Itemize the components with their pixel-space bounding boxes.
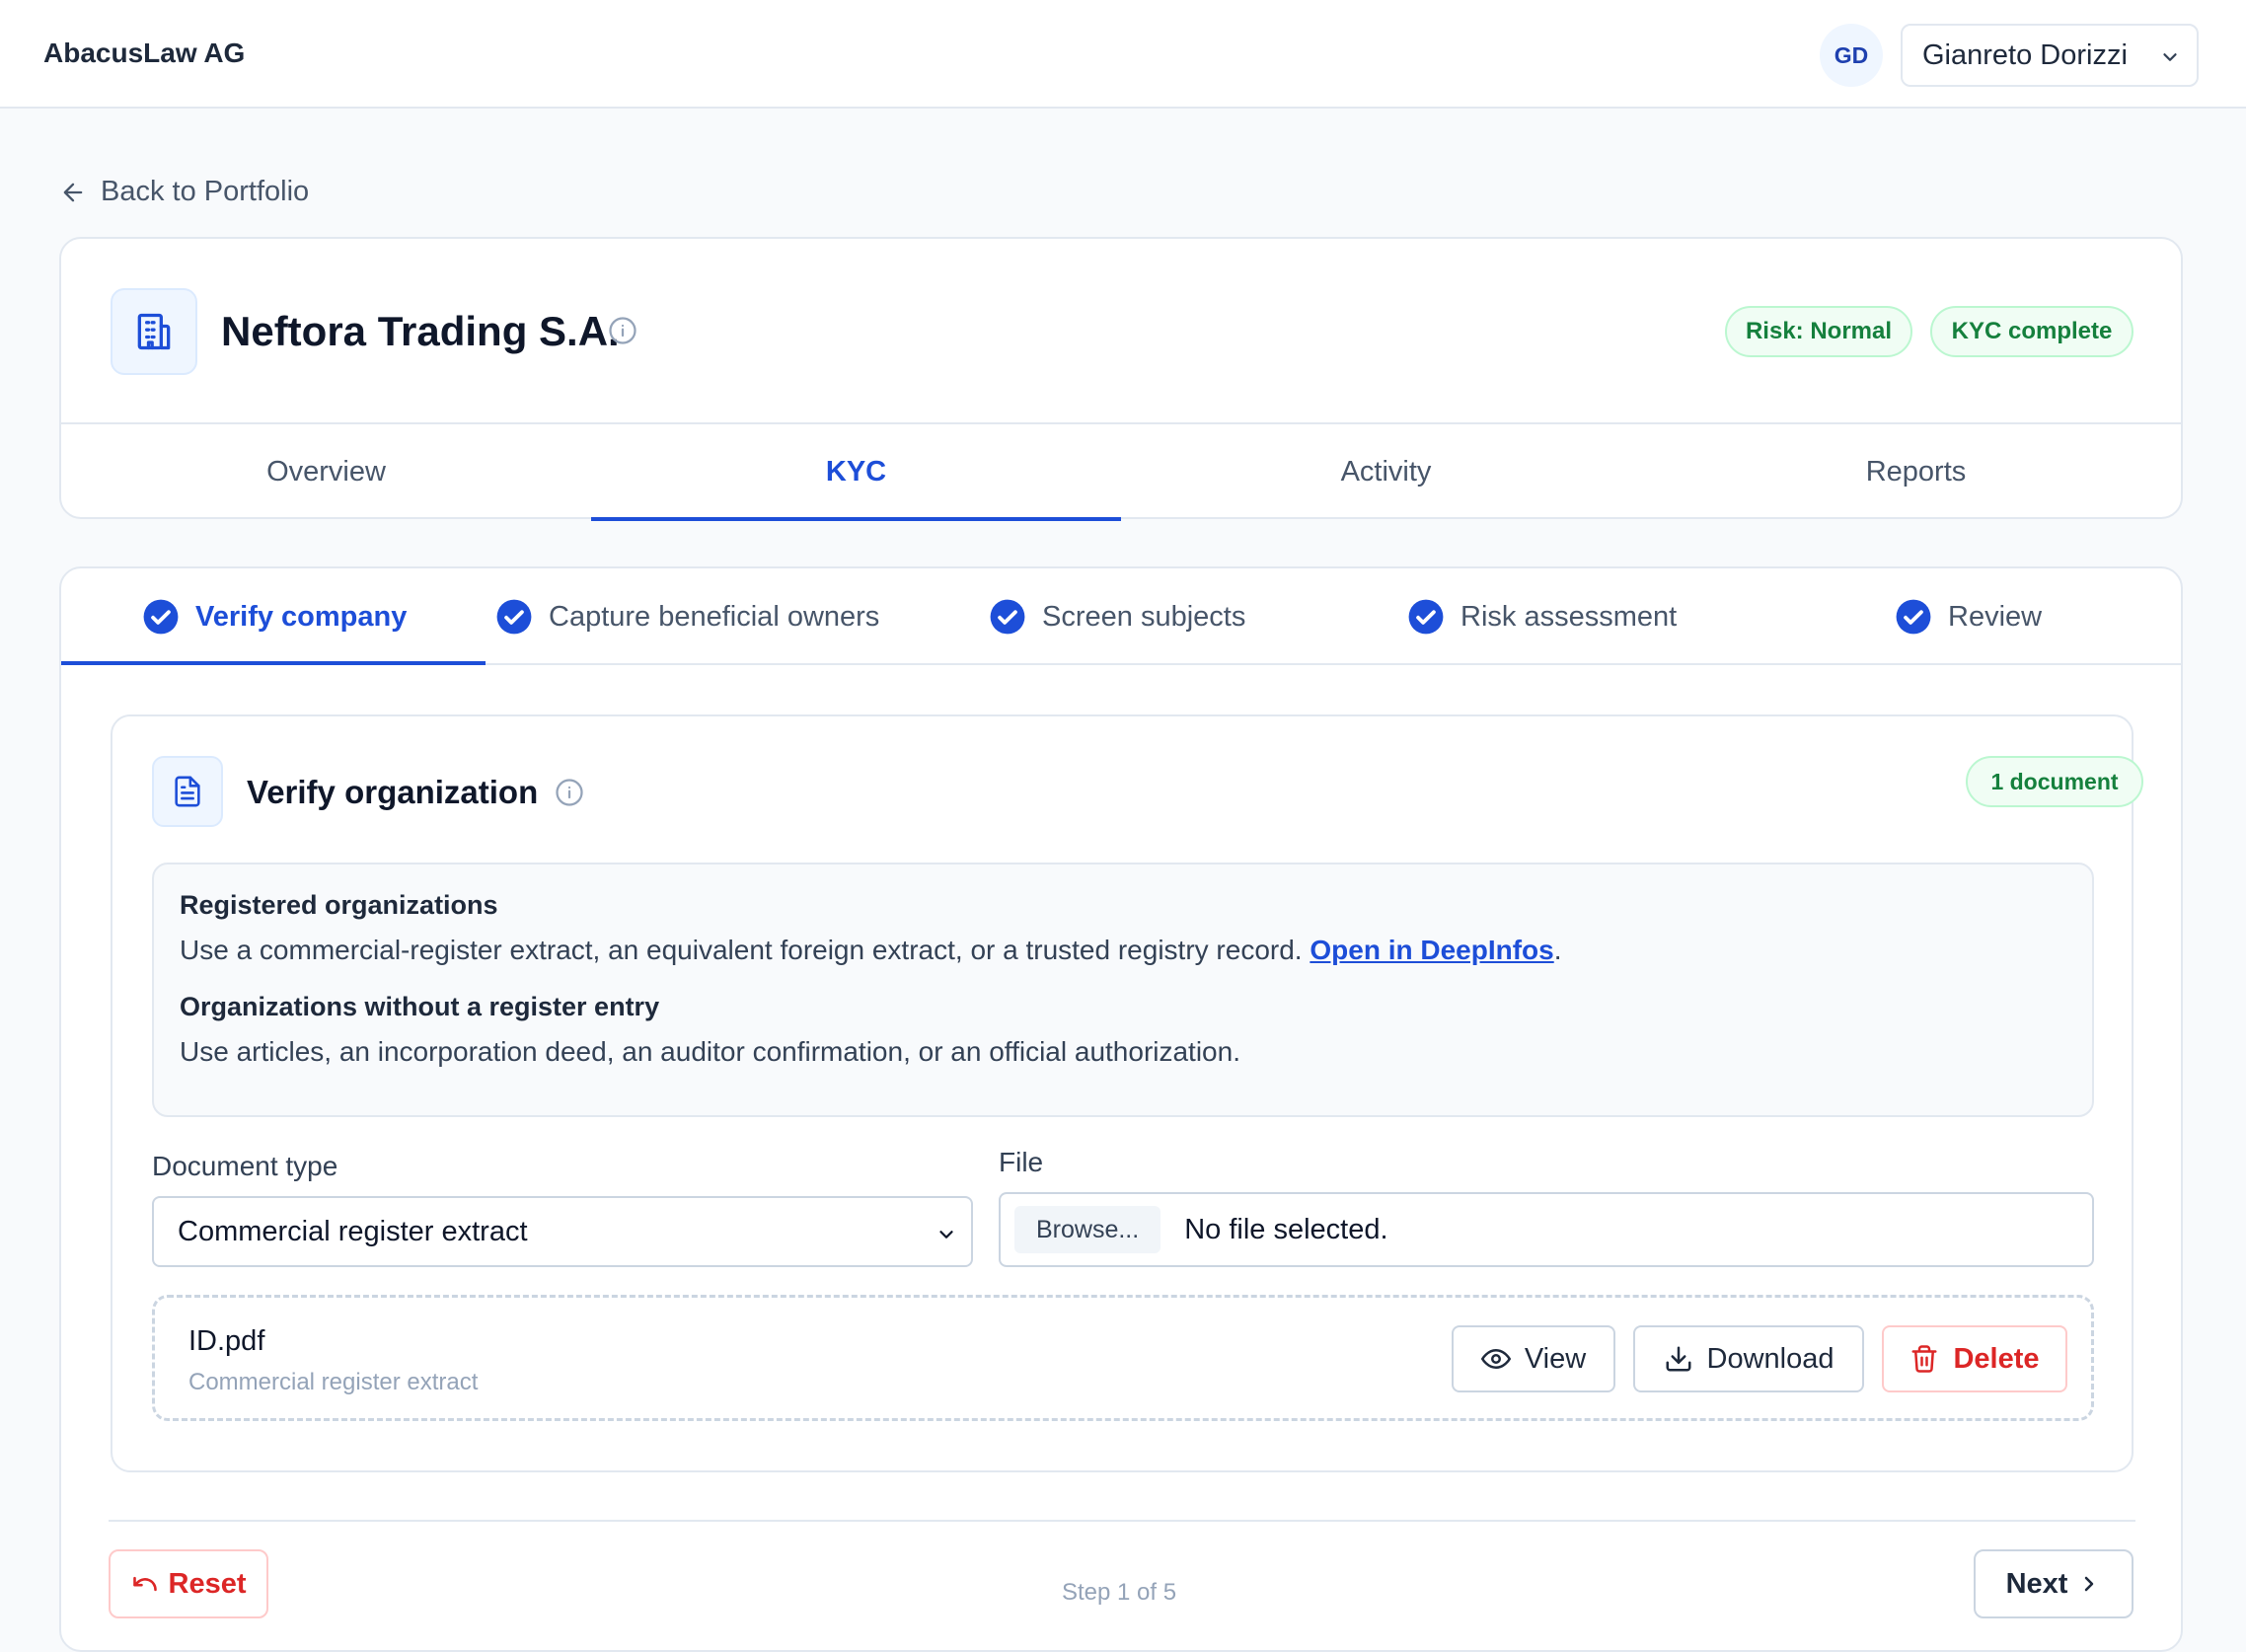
uploaded-document-row: ID.pdf Commercial register extract View … [152, 1295, 2094, 1421]
chevron-down-icon [2159, 46, 2181, 68]
guidance-text: Use a commercial-register extract, an eq… [180, 935, 1310, 965]
undo-icon [131, 1570, 159, 1598]
step-review[interactable]: Review [1895, 568, 2042, 665]
user-menu-select[interactable]: Gianreto Dorizzi [1901, 24, 2199, 87]
verify-organization-section: Verify organization 1 document Registere… [111, 714, 2143, 1472]
arrow-left-icon [59, 179, 87, 206]
kyc-status-badge: KYC complete [1930, 306, 2134, 357]
chevron-down-icon [936, 1224, 957, 1245]
building-icon [111, 288, 197, 375]
view-label: View [1524, 1342, 1587, 1375]
step-capture-beneficial-owners[interactable]: Capture beneficial owners [495, 568, 879, 665]
active-step-indicator [61, 661, 486, 665]
guidance-text-suffix: . [1553, 935, 1562, 965]
footer-divider [109, 1520, 2135, 1522]
tab-kyc[interactable]: KYC [591, 424, 1121, 521]
document-type-label: Document type [152, 1151, 338, 1181]
kyc-card: Verify company Capture beneficial owners… [59, 566, 2183, 1652]
uploaded-file-name: ID.pdf [188, 1325, 265, 1357]
next-label: Next [2005, 1567, 2068, 1600]
guidance-box: Registered organizations Use a commercia… [152, 863, 2094, 1117]
download-label: Download [1706, 1342, 1834, 1375]
delete-button[interactable]: Delete [1882, 1325, 2067, 1392]
check-circle-icon [495, 598, 533, 636]
tab-overview[interactable]: Overview [61, 424, 591, 519]
step-counter: Step 1 of 5 [1062, 1579, 1177, 1606]
reset-label: Reset [168, 1567, 247, 1600]
eye-icon [1480, 1344, 1511, 1374]
tab-reports[interactable]: Reports [1651, 424, 2181, 519]
organization-header-card: Neftora Trading S.A. Risk: Normal KYC co… [59, 237, 2183, 521]
document-icon [152, 756, 223, 827]
organization-name: Neftora Trading S.A. [221, 308, 620, 354]
delete-label: Delete [1953, 1342, 2040, 1375]
uploaded-file-type: Commercial register extract [188, 1369, 479, 1395]
user-name: Gianreto Dorizzi [1922, 38, 2128, 71]
file-input[interactable]: Browse... No file selected. [999, 1192, 2094, 1267]
risk-badge: Risk: Normal [1725, 306, 1912, 357]
reset-button[interactable]: Reset [109, 1549, 268, 1618]
open-in-deepinfos-link[interactable]: Open in DeepInfos [1310, 935, 1553, 965]
download-icon [1664, 1344, 1693, 1374]
main-tabs: Overview KYC Activity Reports [61, 422, 2181, 521]
step-risk-assessment[interactable]: Risk assessment [1407, 568, 1677, 665]
document-count-badge: 1 document [1966, 756, 2143, 807]
step-label: Screen subjects [1042, 600, 1246, 633]
file-status: No file selected. [1184, 1213, 1388, 1245]
check-circle-icon [989, 598, 1026, 636]
kyc-stepper: Verify company Capture beneficial owners… [61, 568, 2181, 665]
info-icon[interactable] [608, 316, 637, 345]
step-label: Capture beneficial owners [549, 600, 880, 633]
guidance-text-registered: Use a commercial-register extract, an eq… [180, 933, 2066, 968]
top-bar: AbacusLaw AG GD Gianreto Dorizzi [0, 0, 2246, 109]
step-label: Risk assessment [1460, 600, 1678, 633]
guidance-heading-registered: Registered organizations [180, 890, 498, 920]
file-label: File [999, 1147, 1044, 1177]
trash-icon [1909, 1344, 1939, 1374]
chevron-right-icon [2077, 1572, 2101, 1596]
view-button[interactable]: View [1452, 1325, 1615, 1392]
check-circle-icon [1407, 598, 1445, 636]
check-circle-icon [142, 598, 180, 636]
tab-activity[interactable]: Activity [1121, 424, 1651, 519]
info-icon[interactable] [555, 778, 584, 807]
back-link-label: Back to Portfolio [101, 176, 310, 207]
browse-button[interactable]: Browse... [1014, 1206, 1161, 1253]
back-to-portfolio-link[interactable]: Back to Portfolio [59, 176, 309, 208]
guidance-text-unregistered: Use articles, an incorporation deed, an … [180, 1036, 1240, 1068]
document-type-value: Commercial register extract [178, 1215, 528, 1247]
section-title: Verify organization [247, 774, 539, 810]
step-label: Verify company [195, 600, 408, 633]
check-circle-icon [1895, 598, 1932, 636]
guidance-heading-unregistered: Organizations without a register entry [180, 992, 660, 1022]
avatar[interactable]: GD [1820, 24, 1883, 87]
brand-name: AbacusLaw AG [43, 38, 246, 68]
step-screen-subjects[interactable]: Screen subjects [989, 568, 1245, 665]
step-label: Review [1948, 600, 2043, 633]
download-button[interactable]: Download [1633, 1325, 1864, 1392]
next-button[interactable]: Next [1974, 1549, 2134, 1618]
step-verify-company[interactable]: Verify company [142, 568, 407, 665]
document-type-select[interactable]: Commercial register extract [152, 1196, 973, 1267]
